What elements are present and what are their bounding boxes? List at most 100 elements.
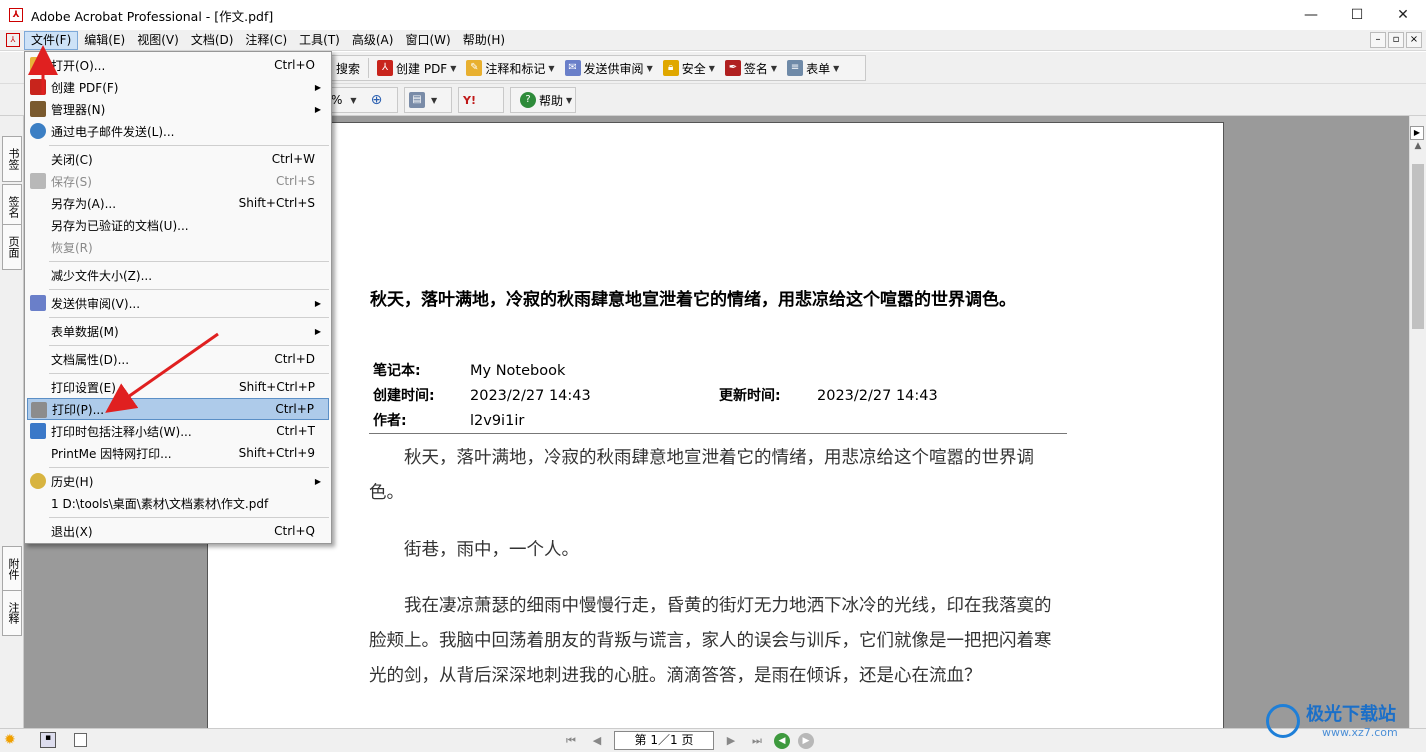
menu-separator xyxy=(49,145,329,146)
maximize-button[interactable]: ☐ xyxy=(1334,0,1380,30)
menu-separator xyxy=(49,345,329,346)
go-forward-icon[interactable]: ▶ xyxy=(798,732,814,749)
comment-markup-button[interactable]: ✎ 注释和标记 ▼ xyxy=(461,57,559,79)
close-button[interactable]: ✕ xyxy=(1380,0,1426,30)
file-menu-dropdown: 打开(O)... Ctrl+O 创建 PDF(F) ▶ 管理器(N) ▶ 通过电… xyxy=(24,51,332,544)
menu-separator xyxy=(49,467,329,468)
help-button[interactable]: ? 帮助 ▼ xyxy=(515,89,577,111)
menu-help[interactable]: 帮助(H) xyxy=(457,31,511,50)
menu-item-revert[interactable]: 恢复(R) xyxy=(27,236,329,258)
menu-document[interactable]: 文档(D) xyxy=(185,31,240,50)
go-back-icon[interactable]: ◀ xyxy=(774,732,790,749)
menu-comments[interactable]: 注释(C) xyxy=(239,31,293,50)
menu-advanced[interactable]: 高级(A) xyxy=(346,31,400,50)
menu-item-print-summary[interactable]: 打印时包括注释小结(W)... Ctrl+T xyxy=(27,420,329,442)
paragraph-2: 街巷，雨中，一个人。 xyxy=(404,540,579,560)
menu-item-organizer[interactable]: 管理器(N) ▶ xyxy=(27,98,329,120)
author-value: l2v9i1ir xyxy=(470,413,525,429)
page-layout-icon[interactable]: ▤ xyxy=(409,92,425,108)
menu-item-save-certified[interactable]: 另存为已验证的文档(U)... xyxy=(27,214,329,236)
paragraph-1: 秋天，落叶满地，冷寂的秋雨肆意地宣泄着它的情绪，用悲凉给这个喧嚣的世界调色。 xyxy=(369,448,1034,503)
prev-page-icon[interactable]: ◀ xyxy=(588,732,606,750)
history-icon xyxy=(30,473,46,489)
menu-item-reduce-size[interactable]: 减少文件大小(Z)... xyxy=(27,264,329,286)
page-layout-toolbar: ▤ ▼ xyxy=(404,87,452,113)
send-review-button[interactable]: ✉ 发送供审阅 ▼ xyxy=(560,57,658,79)
note-metadata: 笔记本: My Notebook 创建时间: 2023/2/27 14:43 更… xyxy=(373,359,1073,434)
scroll-thumb[interactable] xyxy=(1412,164,1424,329)
minimize-button[interactable]: — xyxy=(1288,0,1334,30)
tab-attachments[interactable]: 附件 xyxy=(2,546,22,592)
doc-close-button[interactable]: × xyxy=(1406,32,1422,48)
menu-item-properties[interactable]: 文档属性(D)... Ctrl+D xyxy=(27,348,329,370)
secure-button[interactable]: 🔒︎ 安全 ▼ xyxy=(658,57,720,79)
pen-icon: ✒ xyxy=(724,60,741,76)
menu-view[interactable]: 视图(V) xyxy=(131,31,185,50)
lock-icon: 🔒︎ xyxy=(662,60,679,76)
menu-item-save[interactable]: 保存(S) Ctrl+S xyxy=(27,170,329,192)
save-icon xyxy=(30,173,46,189)
notebook-value: My Notebook xyxy=(470,363,566,379)
menu-item-form-data[interactable]: 表单数据(M) ▶ xyxy=(27,320,329,342)
expand-pane-icon[interactable]: ▶ xyxy=(1410,126,1424,140)
zoom-percent[interactable]: % xyxy=(331,93,342,107)
sign-button[interactable]: ✒ 签名 ▼ xyxy=(720,57,782,79)
menu-window[interactable]: 窗口(W) xyxy=(399,31,456,50)
chevron-down-icon[interactable]: ▼ xyxy=(431,96,437,105)
vertical-scrollbar[interactable]: ▲ xyxy=(1409,116,1426,728)
document-icon[interactable]: ⅄ xyxy=(6,33,20,47)
menu-item-open[interactable]: 打开(O)... Ctrl+O xyxy=(27,54,329,76)
create-pdf-icon xyxy=(30,79,46,95)
menu-item-recent-file[interactable]: 1 D:\tools\桌面\素材\文档素材\作文.pdf xyxy=(27,492,329,514)
page-number-field[interactable]: 第 1／1 页 xyxy=(614,731,714,750)
submenu-arrow-icon: ▶ xyxy=(314,476,321,486)
menu-tools[interactable]: 工具(T) xyxy=(293,31,346,50)
menu-item-history[interactable]: 历史(H) ▶ xyxy=(27,470,329,492)
watermark-url: www.xz7.com xyxy=(1322,726,1398,739)
next-page-icon[interactable]: ▶ xyxy=(722,732,740,750)
chevron-down-icon: ▼ xyxy=(566,95,573,105)
tab-comments[interactable]: 注释 xyxy=(2,590,22,636)
zoom-in-icon[interactable]: ⊕ xyxy=(371,92,383,108)
menu-edit[interactable]: 编辑(E) xyxy=(78,31,131,50)
chevron-down-icon: ▼ xyxy=(833,63,840,73)
menu-item-email[interactable]: 通过电子邮件发送(L)... xyxy=(27,120,329,142)
search-button[interactable]: 搜索 xyxy=(331,57,365,79)
last-page-icon[interactable]: ⏭ xyxy=(748,732,766,750)
status-bar: ✹ ▪ ⏮ ◀ 第 1／1 页 ▶ ⏭ ◀ ▶ xyxy=(0,728,1426,752)
tab-bookmarks[interactable]: 书签 xyxy=(2,136,22,182)
tab-pages[interactable]: 页面 xyxy=(2,224,22,270)
forms-button[interactable]: ≡ 表单 ▼ xyxy=(782,57,844,79)
menu-item-print[interactable]: 打印(P)... Ctrl+P xyxy=(27,398,329,420)
chevron-down-icon[interactable]: ▼ xyxy=(350,96,356,105)
help-toolbar: ? 帮助 ▼ xyxy=(510,87,576,113)
yahoo-icon[interactable]: Y! xyxy=(463,94,476,107)
menu-item-printme[interactable]: PrintMe 因特网打印... Shift+Ctrl+9 xyxy=(27,442,329,464)
sun-icon[interactable]: ✹ xyxy=(4,732,20,748)
first-page-icon[interactable]: ⏮ xyxy=(562,732,580,750)
menu-item-print-setup[interactable]: 打印设置(E)... Shift+Ctrl+P xyxy=(27,376,329,398)
comment-summary-icon xyxy=(30,423,46,439)
doc-minimize-button[interactable]: – xyxy=(1370,32,1386,48)
watermark-text: 极光下载站 xyxy=(1306,704,1396,725)
monitor-icon[interactable]: ▪ xyxy=(40,732,56,748)
menu-separator xyxy=(49,373,329,374)
menu-item-close[interactable]: 关闭(C) Ctrl+W xyxy=(27,148,329,170)
menu-separator xyxy=(49,261,329,262)
scroll-up-icon[interactable]: ▲ xyxy=(1410,138,1426,155)
acrobat-logo-icon: ⅄ xyxy=(9,8,23,22)
menu-item-exit[interactable]: 退出(X) Ctrl+Q xyxy=(27,520,329,542)
zoom-toolbar: % ▼ ⊕ xyxy=(326,87,398,113)
submenu-arrow-icon: ▶ xyxy=(314,104,321,114)
create-pdf-button[interactable]: ⅄ 创建 PDF ▼ xyxy=(372,57,461,79)
page-icon[interactable] xyxy=(74,733,87,747)
menu-file[interactable]: 文件(F) xyxy=(24,30,79,50)
site-watermark: 极光下载站 www.xz7.com xyxy=(1262,698,1422,748)
menu-item-send-review[interactable]: 发送供审阅(V)... ▶ xyxy=(27,292,329,314)
open-folder-icon xyxy=(30,57,46,73)
comment-icon: ✎ xyxy=(466,60,483,76)
email-icon xyxy=(30,123,46,139)
doc-restore-button[interactable]: ▫ xyxy=(1388,32,1404,48)
menu-item-save-as[interactable]: 另存为(A)... Shift+Ctrl+S xyxy=(27,192,329,214)
menu-item-create-pdf[interactable]: 创建 PDF(F) ▶ xyxy=(27,76,329,98)
